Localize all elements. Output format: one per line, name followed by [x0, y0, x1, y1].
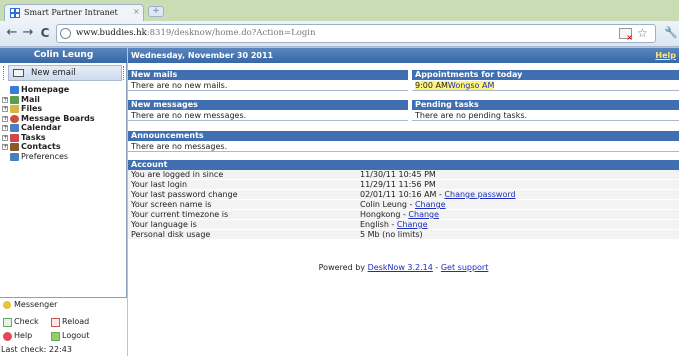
calendar-icon [10, 124, 19, 132]
tree-item-mail[interactable]: + Mail [2, 95, 125, 105]
appointments-panel: Appointments for today 9:00 AMWongso AM [412, 70, 679, 91]
appointment-name[interactable]: Wongso AM [447, 81, 495, 90]
announcements-text: There are no messages. [128, 141, 679, 152]
change-password-link[interactable]: Change password [444, 190, 515, 199]
expand-plus-icon[interactable]: + [2, 115, 8, 122]
tab-close-icon[interactable]: × [133, 7, 140, 16]
announcements-panel: Announcements There are no messages. [128, 131, 679, 152]
toolbar-grip [3, 66, 6, 80]
new-messages-panel: New messages There are no new messages. [128, 100, 408, 121]
expand-plus-icon[interactable]: + [2, 106, 8, 112]
account-header: Account [128, 160, 679, 170]
table-row: Personal disk usage 5 Mb (no limits) [128, 230, 679, 240]
contacts-icon [10, 143, 19, 151]
check-icon [3, 318, 12, 327]
table-row: Your screen name is Colin Leung - Change [128, 200, 679, 210]
account-table: You are logged in since 11/30/11 10:45 P… [128, 170, 679, 240]
tree-item-preferences[interactable]: Preferences [2, 152, 125, 162]
change-language-link[interactable]: Change [397, 220, 428, 229]
messenger-panel: Messenger Check Reload Help Logout Last … [0, 297, 127, 356]
pending-tasks-text: There are no pending tasks. [412, 110, 679, 121]
current-date: Wednesday, November 30 2011 [131, 51, 274, 60]
page-action-icon[interactable] [619, 28, 633, 42]
navigation-tree: Homepage + Mail + Files + Message Boards… [2, 85, 125, 161]
table-row: Your last login 11/29/11 11:56 PM [128, 180, 679, 190]
desknow-link[interactable]: DeskNow 3.2.14 [368, 263, 433, 272]
new-messages-text: There are no new messages. [128, 110, 408, 121]
appointments-title: Appointments for today [412, 70, 679, 80]
browser-toolbar: ← → C www.buddies.hk:8319/desknow/home.d… [0, 21, 679, 47]
tree-item-files[interactable]: + Files [2, 104, 125, 114]
new-messages-title: New messages [128, 100, 408, 110]
new-tab-button[interactable]: + [148, 6, 164, 17]
logout-icon [51, 332, 60, 341]
main-content: Wednesday, November 30 2011 Help New mai… [128, 48, 679, 356]
messenger-icon [3, 301, 11, 309]
appointment-time: 9:00 AM [415, 81, 448, 90]
new-email-label: New email [31, 68, 76, 78]
new-mails-title: New mails [128, 70, 408, 80]
preferences-icon [10, 152, 19, 161]
last-check-time: Last check: 22:43 [1, 345, 72, 354]
sidebar: Colin Leung New email Homepage + Mail + … [0, 48, 127, 356]
browser-tab-bar: Smart Partner Intranet × + [0, 0, 679, 21]
address-bar[interactable]: www.buddies.hk:8319/desknow/home.do?Acti… [56, 24, 656, 43]
expand-plus-icon[interactable]: + [2, 125, 8, 131]
message-boards-icon [10, 114, 19, 123]
back-arrow-icon[interactable]: ← [4, 25, 20, 41]
globe-icon [60, 28, 71, 39]
announcements-title: Announcements [128, 131, 679, 141]
forward-arrow-icon[interactable]: → [20, 25, 36, 41]
tree-item-homepage[interactable]: Homepage [2, 85, 125, 95]
date-bar: Wednesday, November 30 2011 [128, 48, 679, 63]
tasks-icon [10, 133, 19, 142]
table-row: You are logged in since 11/30/11 10:45 P… [128, 170, 679, 180]
reload-icon [51, 318, 60, 327]
new-email-button[interactable]: New email [8, 65, 122, 81]
change-timezone-link[interactable]: Change [408, 210, 439, 219]
change-screen-name-link[interactable]: Change [415, 200, 446, 209]
tree-item-message-boards[interactable]: + Message Boards [2, 114, 125, 124]
new-mails-panel: New mails There are no new mails. [128, 70, 408, 91]
table-row: Your current timezone is Hongkong - Chan… [128, 210, 679, 220]
tab-title: Smart Partner Intranet [24, 8, 118, 17]
appointment-item[interactable]: 9:00 AMWongso AM [412, 80, 679, 91]
get-support-link[interactable]: Get support [441, 263, 489, 272]
files-icon [10, 105, 19, 113]
expand-plus-icon[interactable]: + [2, 144, 8, 150]
toolbar-grip [123, 66, 126, 80]
user-name-header: Colin Leung [0, 48, 127, 63]
pending-tasks-title: Pending tasks [412, 100, 679, 110]
tree-item-contacts[interactable]: + Contacts [2, 142, 125, 152]
reload-icon[interactable]: C [37, 25, 53, 41]
pending-tasks-panel: Pending tasks There are no pending tasks… [412, 100, 679, 121]
expand-plus-icon[interactable]: + [2, 96, 8, 103]
table-row: Your last password change 02/01/11 10:16… [128, 190, 679, 200]
browser-tab[interactable]: Smart Partner Intranet × [4, 4, 144, 21]
new-mails-text: There are no new mails. [128, 80, 408, 91]
expand-plus-icon[interactable]: + [2, 134, 8, 141]
home-icon [10, 86, 19, 94]
address-bar-url: www.buddies.hk:8319/desknow/home.do?Acti… [76, 28, 316, 38]
tree-item-calendar[interactable]: + Calendar [2, 123, 125, 133]
envelope-icon [13, 69, 24, 77]
help-icon [3, 332, 12, 341]
wrench-icon[interactable]: 🔧 [664, 26, 678, 39]
bookmark-star-icon[interactable]: ☆ [637, 26, 648, 40]
table-row: Your language is English - Change [128, 220, 679, 230]
help-link[interactable]: Help [655, 48, 676, 63]
tree-item-tasks[interactable]: + Tasks [2, 133, 125, 143]
footer: Powered by DeskNow 3.2.14 - Get support [318, 263, 489, 272]
mail-icon [10, 95, 19, 104]
site-favicon-icon [10, 8, 20, 18]
